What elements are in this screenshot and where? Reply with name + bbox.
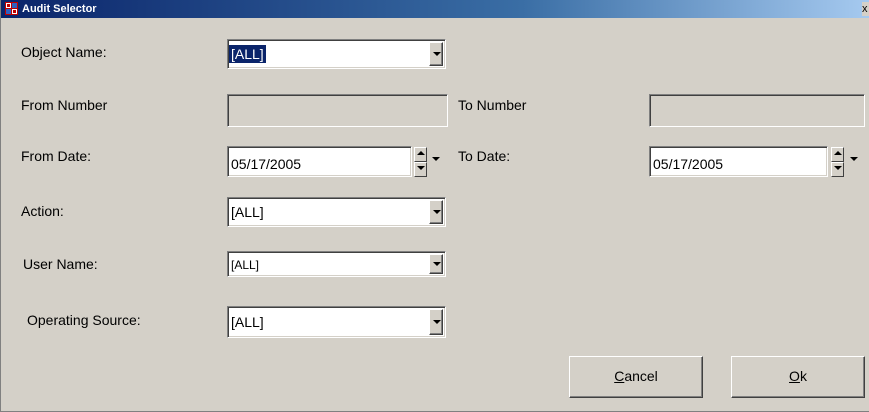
from-number-label: From Number xyxy=(21,97,108,113)
app-grid-icon xyxy=(5,2,18,15)
user-name-value: [ALL] xyxy=(231,258,260,272)
chevron-down-icon[interactable] xyxy=(429,200,443,224)
user-name-label: User Name: xyxy=(23,256,98,272)
close-icon[interactable]: x xyxy=(862,2,869,16)
ok-button[interactable]: Ok xyxy=(731,356,865,398)
action-value: [ALL] xyxy=(231,204,264,220)
ok-mnemonic: O xyxy=(789,368,800,384)
to-date-value: 05/17/2005 xyxy=(653,156,724,172)
to-date-label: To Date: xyxy=(458,148,511,164)
operating-source-dropdown[interactable]: [ALL] xyxy=(227,306,446,338)
from-date-dropdown-icon[interactable] xyxy=(432,155,441,164)
from-number-field[interactable] xyxy=(227,94,448,127)
chevron-down-icon[interactable] xyxy=(429,309,443,335)
cancel-mnemonic: C xyxy=(614,368,625,384)
to-date-field[interactable]: 05/17/2005 xyxy=(649,146,828,177)
audit-selector-window: Audit Selector x Object Name: [ALL] From… xyxy=(0,0,869,412)
action-dropdown[interactable]: [ALL] xyxy=(227,197,446,227)
from-date-down-icon[interactable] xyxy=(414,162,427,177)
chevron-down-icon[interactable] xyxy=(429,42,443,66)
object-name-dropdown[interactable]: [ALL] xyxy=(227,39,446,69)
ok-label: k xyxy=(799,368,807,384)
user-name-dropdown[interactable]: [ALL] xyxy=(227,251,446,277)
to-date-up-icon[interactable] xyxy=(831,147,844,162)
from-date-value: 05/17/2005 xyxy=(231,156,302,172)
action-label: Action: xyxy=(21,203,64,219)
object-name-value: [ALL] xyxy=(229,45,266,63)
from-date-up-icon[interactable] xyxy=(414,147,427,162)
cancel-label: ancel xyxy=(624,368,658,384)
operating-source-label: Operating Source: xyxy=(27,312,141,328)
object-name-label: Object Name: xyxy=(21,44,107,60)
to-number-label: To Number xyxy=(458,97,527,113)
from-date-field[interactable]: 05/17/2005 xyxy=(227,146,412,177)
from-date-label: From Date: xyxy=(21,148,92,164)
to-date-down-icon[interactable] xyxy=(831,162,844,177)
title-bar[interactable]: Audit Selector x xyxy=(1,0,869,18)
window-title: Audit Selector xyxy=(22,3,97,15)
operating-source-value: [ALL] xyxy=(231,314,264,330)
to-number-field[interactable] xyxy=(649,94,865,127)
cancel-button[interactable]: Cancel xyxy=(569,356,703,398)
to-date-dropdown-icon[interactable] xyxy=(850,155,859,164)
chevron-down-icon[interactable] xyxy=(429,254,443,274)
